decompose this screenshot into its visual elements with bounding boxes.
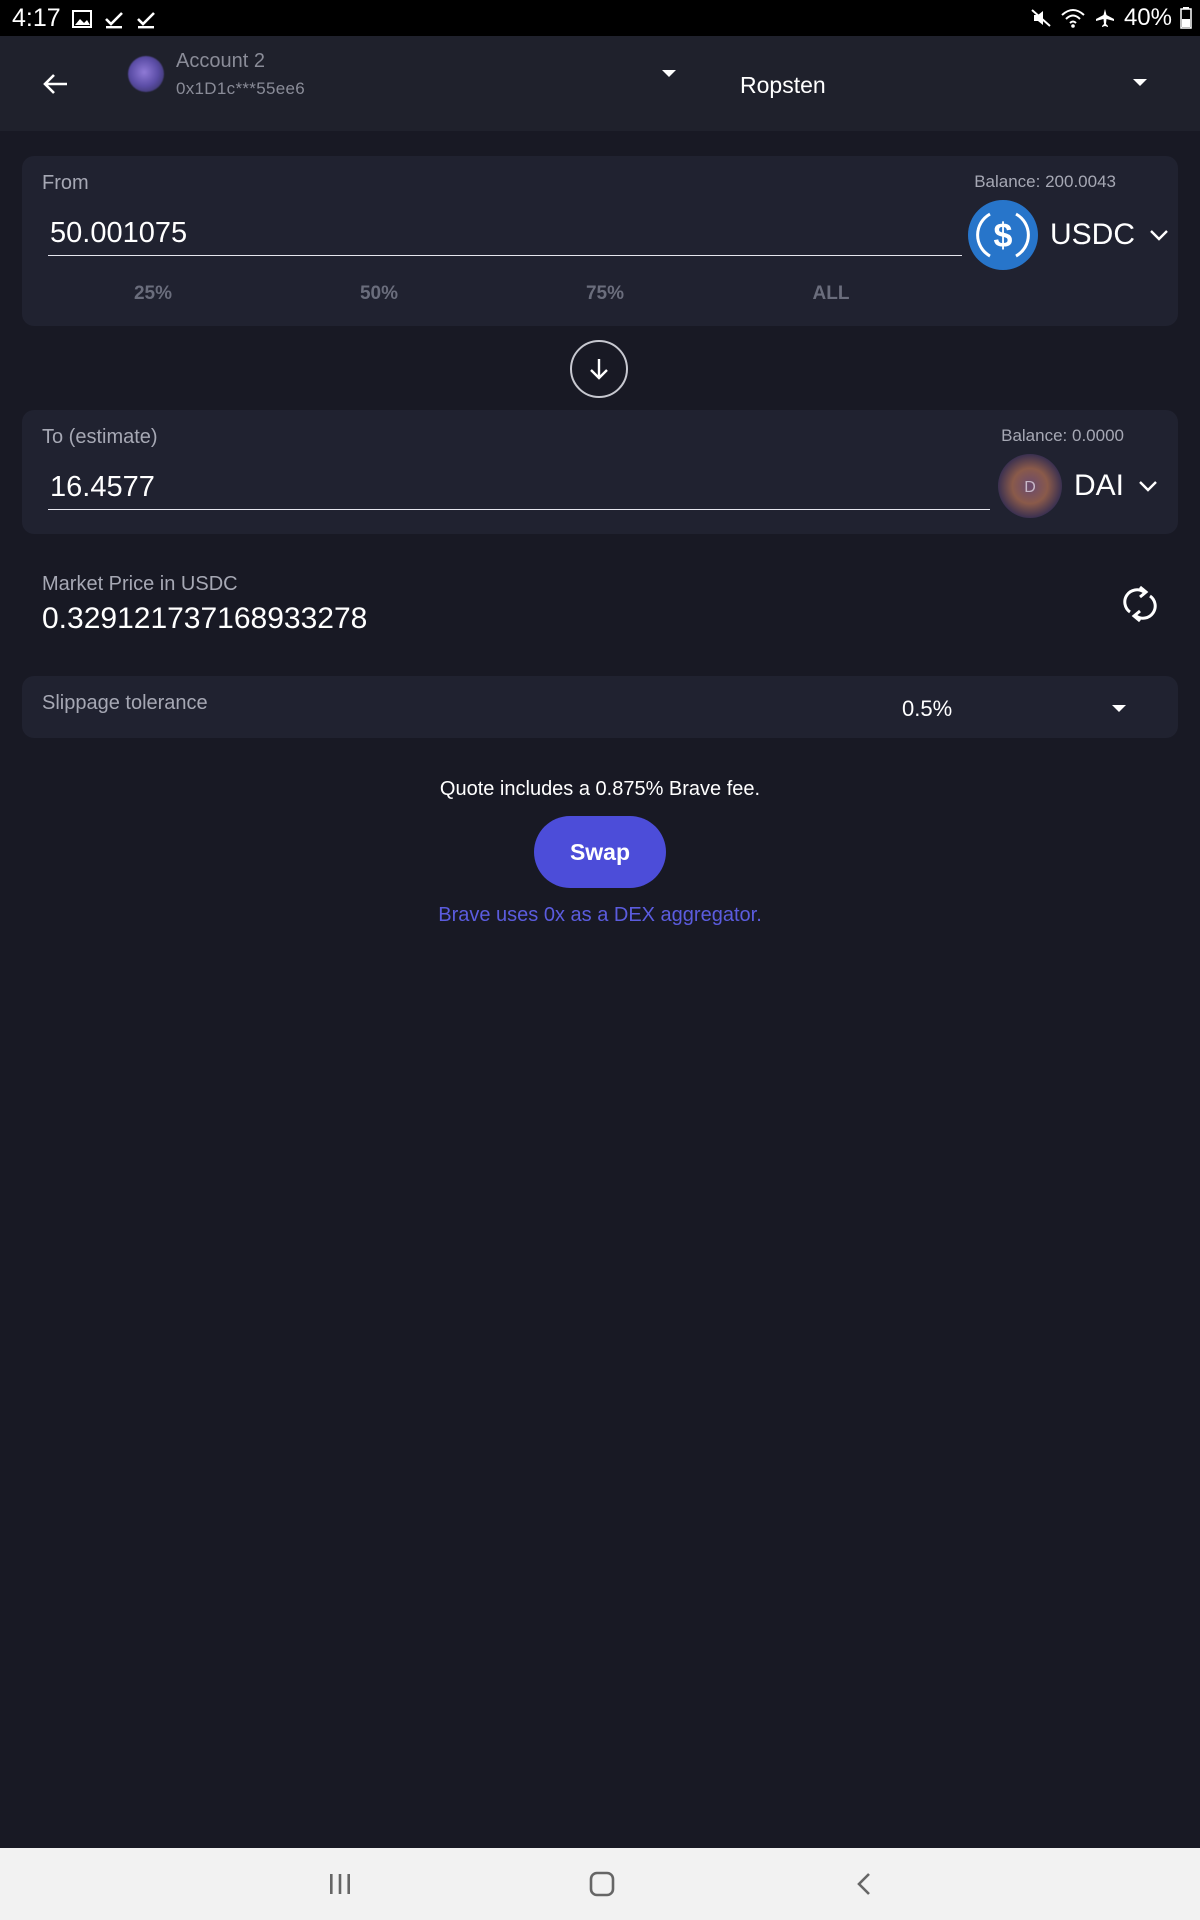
- dai-logo-letter: D: [1024, 479, 1036, 496]
- to-token-selector[interactable]: D DAI: [998, 454, 1158, 518]
- from-token-symbol: USDC: [1050, 218, 1136, 251]
- header: Account 2 0x1D1c***55ee6 Ropsten: [0, 36, 1200, 131]
- percent-50-button[interactable]: 50%: [344, 283, 414, 305]
- image-icon: [71, 9, 92, 28]
- fee-text: Quote includes a 0.875% Brave fee.: [439, 778, 761, 800]
- percent-75-button[interactable]: 75%: [570, 283, 640, 305]
- status-bar: 4:17 40%: [0, 0, 1200, 36]
- market-price-label: Market Price in USDC: [42, 573, 238, 595]
- svg-text:$: $: [994, 217, 1013, 255]
- from-balance: Balance: 200.0043: [974, 172, 1116, 191]
- status-left: 4:17: [12, 4, 157, 33]
- slippage-dropdown-icon[interactable]: [1108, 701, 1130, 717]
- wifi-icon: [1061, 9, 1085, 28]
- to-label: To (estimate): [42, 426, 158, 448]
- percent-all-button[interactable]: ALL: [796, 283, 866, 305]
- status-time: 4:17: [12, 4, 61, 32]
- status-right: 40%: [1030, 4, 1192, 32]
- recent-apps-icon: [330, 1874, 350, 1894]
- account-address[interactable]: 0x1D1c***55ee6: [176, 79, 305, 99]
- chevron-down-icon: [1139, 481, 1157, 492]
- usdc-token-icon: $: [968, 200, 1038, 270]
- swap-direction-button[interactable]: [570, 340, 628, 398]
- to-token-symbol: DAI: [1074, 469, 1125, 502]
- market-price-value: 0.329121737168933278: [42, 602, 368, 635]
- download-done-icon: [104, 11, 123, 28]
- network-dropdown-icon[interactable]: [1126, 72, 1154, 94]
- network-selector[interactable]: Ropsten: [740, 72, 826, 99]
- account-avatar[interactable]: [128, 56, 164, 92]
- recent-apps-button[interactable]: [318, 1866, 362, 1902]
- to-balance: Balance: 0.0000: [1001, 426, 1124, 445]
- system-nav-bar: [0, 1848, 1200, 1920]
- dex-aggregator-link[interactable]: Brave uses 0x as a DEX aggregator.: [0, 904, 1200, 927]
- home-button[interactable]: [580, 1866, 624, 1902]
- slippage-value[interactable]: 0.5%: [902, 696, 952, 722]
- chevron-down-icon: [1150, 230, 1168, 241]
- percent-25-button[interactable]: 25%: [118, 283, 188, 305]
- to-amount-input[interactable]: [48, 466, 990, 510]
- back-button[interactable]: [30, 62, 80, 106]
- from-token-selector[interactable]: $ USDC: [968, 200, 1169, 270]
- from-label: From: [42, 172, 89, 194]
- battery-percent: 40%: [1123, 4, 1172, 31]
- to-card: To (estimate) Balance: 0.0000 D DAI: [22, 410, 1178, 534]
- home-icon: [589, 1871, 615, 1897]
- swap-button[interactable]: Swap: [534, 816, 666, 888]
- slippage-card[interactable]: Slippage tolerance 0.5%: [22, 676, 1178, 738]
- arrow-down-icon: [590, 359, 608, 380]
- battery-icon: [1180, 7, 1192, 29]
- from-amount-input[interactable]: [48, 212, 962, 256]
- account-name[interactable]: Account 2: [176, 50, 265, 73]
- mute-icon: [1031, 9, 1051, 27]
- download-done-icon-2: [136, 11, 155, 28]
- dai-token-icon: D: [998, 454, 1062, 518]
- nav-back-button[interactable]: [842, 1866, 886, 1902]
- arrow-left-icon: [43, 74, 67, 94]
- from-card: From Balance: 200.0043 $ USDC 25% 50% 75…: [22, 156, 1178, 326]
- slippage-label: Slippage tolerance: [42, 692, 208, 714]
- refresh-button[interactable]: [1118, 582, 1162, 626]
- refresh-icon: [1123, 585, 1157, 623]
- airplane-icon: [1095, 9, 1114, 27]
- chevron-left-icon: [857, 1873, 870, 1895]
- account-dropdown-icon[interactable]: [656, 64, 682, 84]
